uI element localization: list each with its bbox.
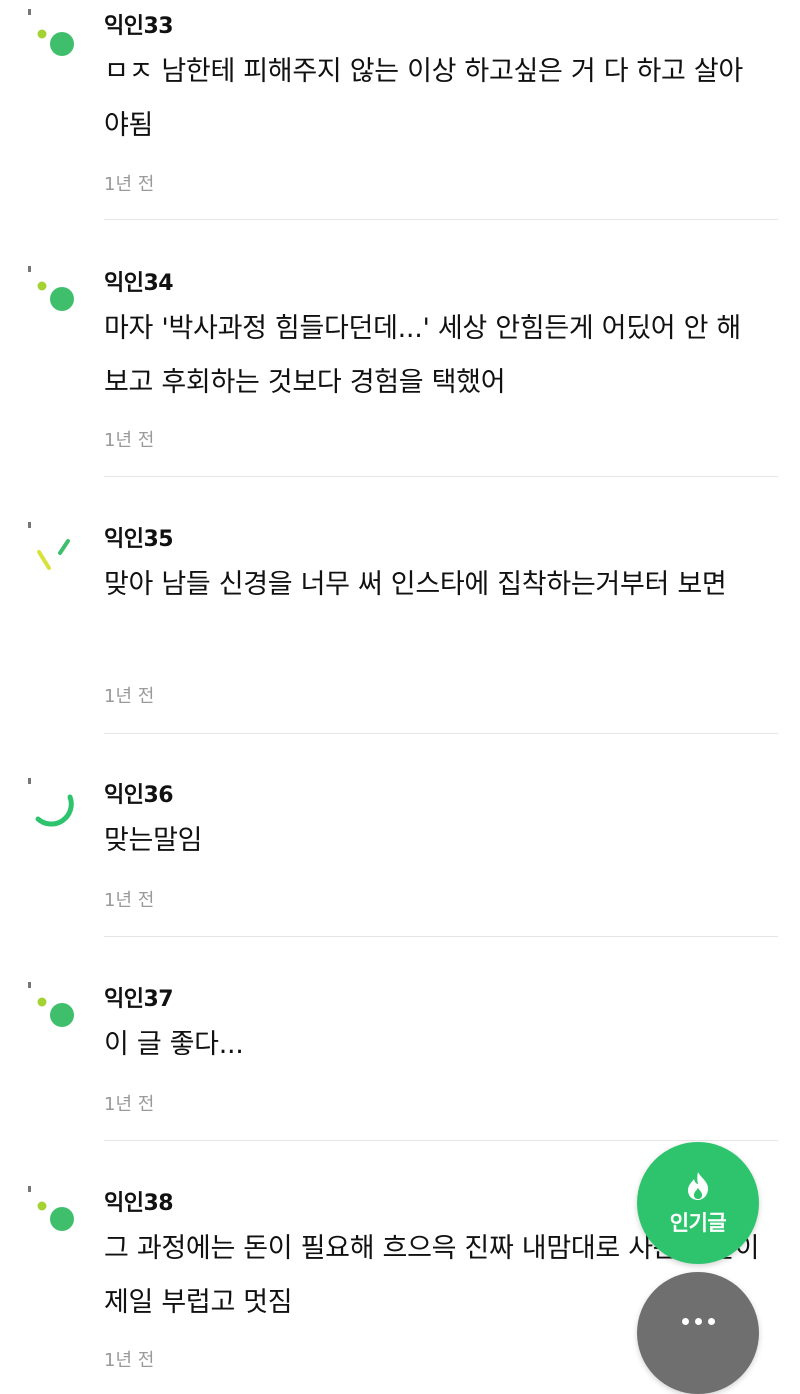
popular-posts-label: 인기글: [669, 1211, 727, 1235]
arc-avatar-icon[interactable]: [26, 775, 82, 831]
comment-body: 맞는말임: [104, 825, 203, 856]
comment-time: 1년 전: [104, 1350, 155, 1371]
dots-avatar-icon[interactable]: [26, 979, 82, 1035]
comment-author[interactable]: 익인36: [104, 777, 174, 809]
comment-body: 이 글 좋다...: [104, 1029, 244, 1060]
comment-author[interactable]: 익인37: [104, 981, 174, 1013]
lines-avatar-icon[interactable]: [26, 519, 82, 575]
comment-author[interactable]: 익인35: [104, 521, 174, 553]
comment-author[interactable]: 익인38: [104, 1185, 174, 1217]
fire-icon: [688, 1172, 709, 1200]
dots-avatar-icon[interactable]: [26, 263, 82, 319]
comment-time: 1년 전: [104, 686, 155, 707]
dots-avatar-icon[interactable]: [26, 6, 82, 62]
dots-avatar-icon[interactable]: [26, 1183, 82, 1239]
popular-posts-button[interactable]: 인기글: [637, 1142, 759, 1264]
divider: [104, 476, 778, 477]
comment-body: 마자 '박사과정 힘들다던데...' 세상 안힘든게 어딨어 안 해보고 후회하…: [104, 313, 741, 398]
divider: [104, 219, 778, 220]
more-button[interactable]: [637, 1272, 759, 1394]
divider: [104, 936, 778, 937]
comment-body: 맞아 남들 신경을 너무 써 인스타에 집착하는거부터 보면: [104, 569, 727, 600]
more-dots-icon: [681, 1318, 715, 1325]
comment-time: 1년 전: [104, 890, 155, 911]
comment-time: 1년 전: [104, 1094, 155, 1115]
comment-time: 1년 전: [104, 430, 155, 451]
comment-author[interactable]: 익인33: [104, 8, 174, 40]
comment-body: ㅁㅈ 남한테 피해주지 않는 이상 하고싶은 거 다 하고 살아야됨: [104, 56, 743, 141]
divider: [104, 733, 778, 734]
comment-author[interactable]: 익인34: [104, 265, 174, 297]
divider: [104, 1140, 778, 1141]
comment-time: 1년 전: [104, 174, 155, 195]
